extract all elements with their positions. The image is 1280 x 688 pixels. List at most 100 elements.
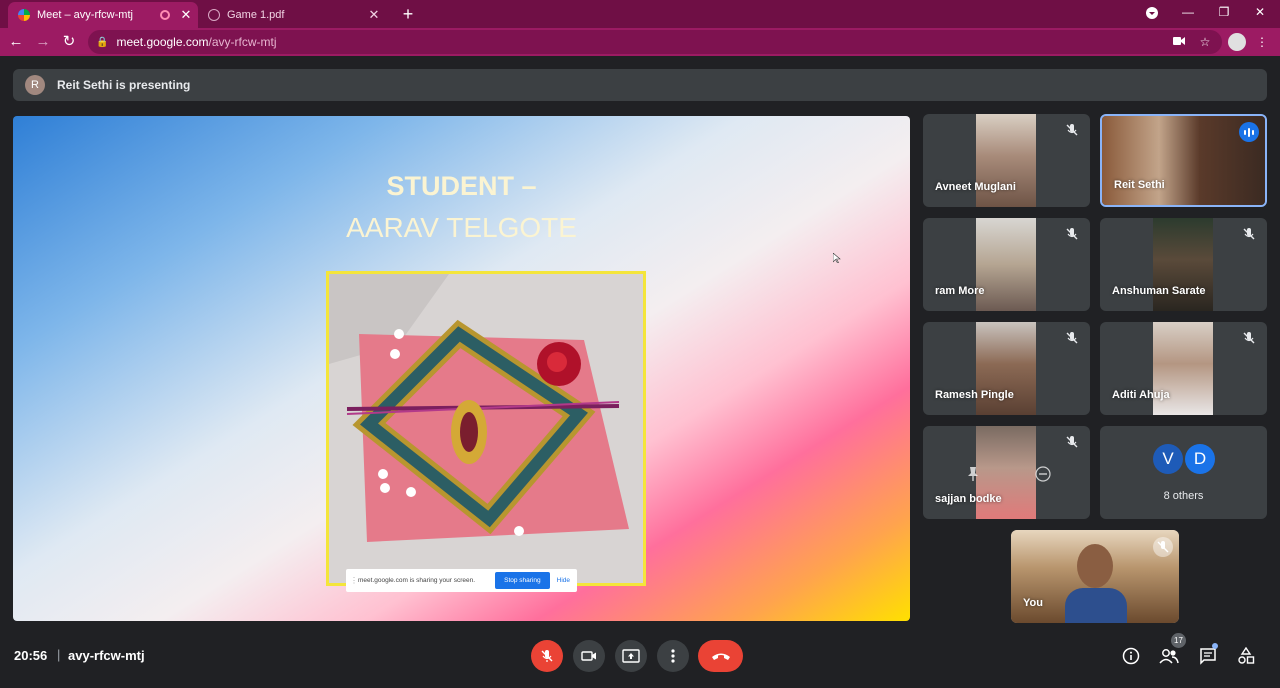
meeting-separator: |: [57, 647, 61, 662]
leave-call-button[interactable]: [698, 640, 743, 672]
avatar: D: [1185, 444, 1215, 474]
camera-in-use-icon[interactable]: [1171, 34, 1187, 50]
pin-icon[interactable]: [966, 466, 980, 482]
share-message: meet.google.com is sharing your screen.: [358, 577, 476, 584]
hang-up-icon: [711, 653, 730, 660]
meeting-details-button[interactable]: [1121, 646, 1141, 666]
recording-indicator-icon: [160, 10, 170, 20]
reload-icon[interactable]: ↻: [59, 32, 79, 52]
activities-shapes-icon: [1238, 647, 1255, 664]
mic-off-icon: [541, 650, 553, 662]
participant-tile[interactable]: Avneet Muglani: [923, 114, 1090, 207]
present-screen-icon: [622, 649, 640, 663]
participant-name: sajjan bodke: [935, 493, 1002, 505]
microphone-toggle-button[interactable]: [531, 640, 563, 672]
more-options-button[interactable]: [657, 640, 689, 672]
participant-video: [1153, 322, 1213, 415]
self-view-tile[interactable]: You: [1011, 530, 1179, 623]
others-count-label: 8 others: [1163, 490, 1204, 502]
participant-tile[interactable]: Ramesh Pingle: [923, 322, 1090, 415]
mic-off-icon: [1066, 436, 1078, 448]
others-tile[interactable]: V D 8 others: [1100, 426, 1267, 519]
info-icon: [1122, 647, 1140, 665]
others-avatars: V D: [1153, 444, 1215, 474]
chat-icon: [1200, 648, 1216, 665]
camera-icon: [581, 651, 596, 661]
participant-tile[interactable]: Aditi Ahuja: [1100, 322, 1267, 415]
participant-name: Aditi Ahuja: [1112, 389, 1170, 401]
participant-video: [976, 426, 1036, 519]
tab-meet[interactable]: Meet – avy-rfcw-mtj ✕: [8, 2, 198, 28]
tab-game-pdf-title: Game 1.pdf: [227, 9, 285, 21]
participant-name: Anshuman Sarate: [1112, 285, 1206, 297]
drag-handle-icon[interactable]: ⋮: [350, 576, 358, 585]
remove-icon[interactable]: [1035, 466, 1051, 482]
hide-button[interactable]: Hide: [557, 577, 570, 584]
meeting-code: avy-rfcw-mtj: [68, 648, 145, 663]
participants-button[interactable]: [1159, 646, 1179, 666]
participant-video: [976, 322, 1036, 415]
participant-name: Avneet Muglani: [935, 181, 1016, 193]
chevron-down-icon: [1146, 7, 1158, 19]
chat-button[interactable]: [1198, 646, 1218, 666]
window-close-icon[interactable]: ✕: [1242, 0, 1278, 28]
tab-game-pdf[interactable]: Game 1.pdf ✕: [200, 2, 386, 28]
participant-video: [1153, 218, 1213, 311]
new-tab-button[interactable]: +: [398, 4, 418, 24]
back-arrow-icon[interactable]: ←: [6, 32, 26, 52]
url-host: meet.google.com: [116, 35, 209, 49]
url-path: /avy-rfcw-mtj: [208, 35, 277, 49]
minimize-icon[interactable]: —: [1170, 0, 1206, 28]
participant-tile[interactable]: sajjan bodke: [923, 426, 1090, 519]
slide-title-line2: AARAV TELGOTE: [346, 212, 577, 243]
profile-menu-button[interactable]: [1134, 0, 1170, 28]
participant-video: [976, 218, 1036, 311]
slide-title-line1: STUDENT –: [386, 171, 537, 201]
activities-button[interactable]: [1236, 646, 1256, 666]
presenter-avatar: R: [25, 75, 45, 95]
kebab-menu-icon: [671, 649, 675, 663]
presentation-screen[interactable]: STUDENT – AARAV TELGOTE ⋮ meet.google.co…: [13, 116, 910, 621]
present-now-button[interactable]: [615, 640, 647, 672]
mic-off-icon: [1066, 332, 1078, 344]
participant-tile[interactable]: Anshuman Sarate: [1100, 218, 1267, 311]
mic-off-icon: [1066, 228, 1078, 240]
presenting-banner: R Reit Sethi is presenting: [13, 69, 1267, 101]
chat-notification-dot: [1212, 643, 1218, 649]
close-tab-icon[interactable]: ✕: [178, 7, 194, 23]
forward-arrow-icon[interactable]: →: [33, 32, 53, 52]
close-tab-icon[interactable]: ✕: [366, 7, 382, 23]
tab-meet-title: Meet – avy-rfcw-mtj: [37, 9, 133, 21]
globe-icon: [208, 9, 220, 21]
meeting-controls-bar: 20:56 | avy-rfcw-mtj 17: [0, 630, 1280, 688]
mic-off-icon: [1243, 228, 1255, 240]
self-mic-off-icon: [1153, 537, 1173, 557]
stop-sharing-button[interactable]: Stop sharing: [495, 572, 550, 589]
self-name: You: [1023, 597, 1043, 609]
camera-toggle-button[interactable]: [573, 640, 605, 672]
participant-name: Reit Sethi: [1114, 179, 1165, 191]
meet-favicon-icon: [18, 9, 30, 21]
bookmark-star-icon[interactable]: ☆: [1197, 34, 1213, 50]
avatar: V: [1153, 444, 1183, 474]
participant-tile[interactable]: ram More: [923, 218, 1090, 311]
participants-count-badge: 17: [1171, 633, 1186, 648]
maximize-icon[interactable]: ❐: [1206, 0, 1242, 28]
profile-avatar[interactable]: [1228, 33, 1246, 51]
lock-icon: 🔒: [96, 36, 109, 48]
mic-off-icon: [1066, 124, 1078, 136]
speaking-indicator-icon: [1239, 122, 1259, 142]
mouse-pointer-icon: [833, 253, 841, 263]
screen-share-notice: ⋮ meet.google.com is sharing your screen…: [346, 569, 577, 592]
self-video-face: [1077, 544, 1113, 588]
meeting-time: 20:56: [14, 648, 48, 663]
participant-tile[interactable]: Reit Sethi: [1100, 114, 1267, 207]
mic-off-icon: [1243, 332, 1255, 344]
kebab-menu-icon[interactable]: ⋮: [1254, 34, 1270, 50]
participant-video: [976, 114, 1036, 207]
browser-toolbar: ← → ↻ 🔒 meet.google.com/avy-rfcw-mtj ☆ ⋮: [0, 28, 1280, 56]
people-icon: [1159, 649, 1179, 664]
self-video-shirt: [1065, 588, 1127, 623]
rakhi-card-image: [329, 274, 643, 583]
address-bar[interactable]: 🔒 meet.google.com/avy-rfcw-mtj: [88, 30, 1222, 54]
